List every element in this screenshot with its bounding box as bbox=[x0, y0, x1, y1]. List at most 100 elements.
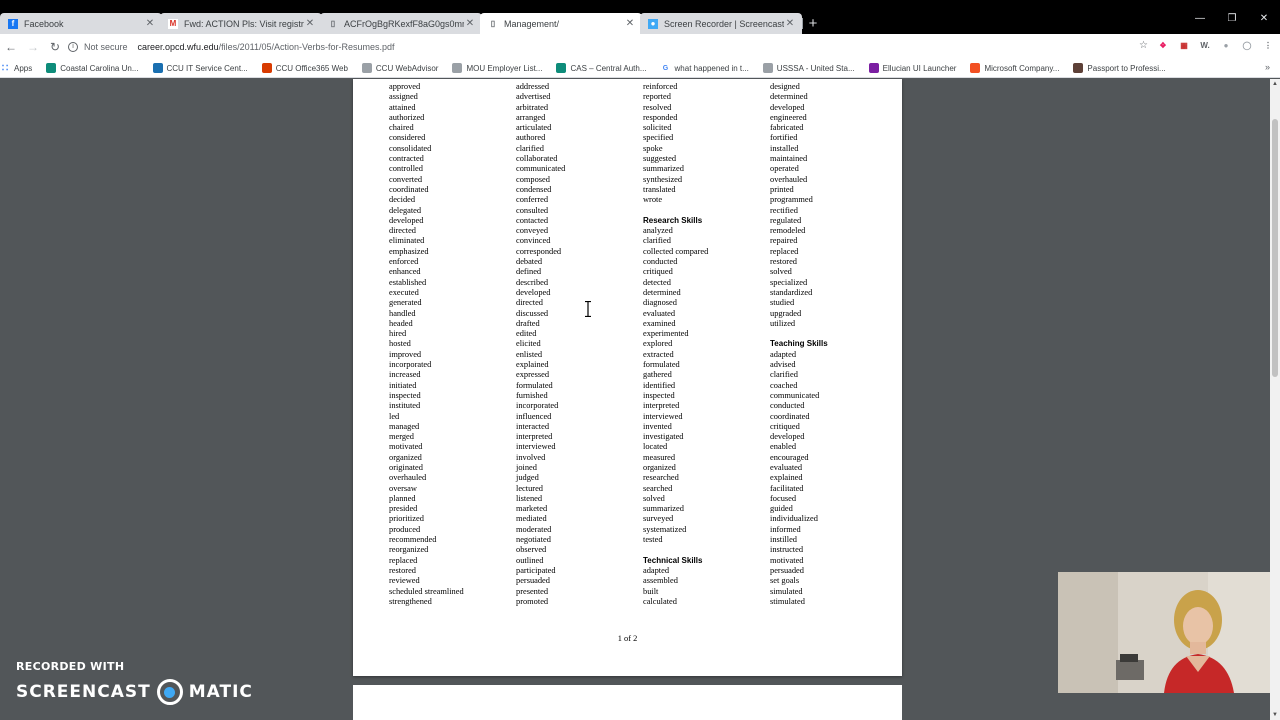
microsoft-icon bbox=[970, 63, 981, 73]
apps-icon: ∷ bbox=[1, 62, 9, 74]
action-verb: consolidated bbox=[389, 143, 432, 153]
action-verb: evaluated bbox=[770, 462, 803, 472]
bookmark-item[interactable]: CAS – Central Auth... bbox=[556, 63, 647, 73]
tab-4[interactable]: ▯ Management/ ✕ bbox=[480, 13, 642, 34]
minimize-icon[interactable]: — bbox=[1184, 13, 1216, 24]
action-verb: experimented bbox=[643, 329, 689, 339]
bookmark-item[interactable]: MOU Employer List... bbox=[452, 63, 542, 73]
action-verb: moderated bbox=[516, 524, 552, 534]
tab-5[interactable]: ● Screen Recorder | Screencast-O ✕ bbox=[640, 13, 803, 34]
action-verb: explored bbox=[643, 339, 673, 349]
action-verb: convinced bbox=[516, 236, 551, 246]
action-verb: individualized bbox=[770, 514, 818, 524]
bookmark-item[interactable]: Ellucian UI Launcher bbox=[868, 63, 957, 73]
action-verb: interviewed bbox=[516, 442, 556, 452]
technical-skills-heading: Technical Skills bbox=[643, 555, 703, 565]
pdf-extension-icon[interactable]: ▦ bbox=[1178, 39, 1190, 51]
action-verb: searched bbox=[643, 483, 673, 493]
action-verb: delegated bbox=[389, 205, 422, 215]
extension-icon[interactable]: ❖ bbox=[1157, 39, 1169, 51]
action-verb: examined bbox=[643, 318, 676, 328]
action-verb: systematized bbox=[643, 524, 687, 534]
page-icon bbox=[452, 63, 463, 73]
scroll-up-icon[interactable]: ▲ bbox=[1270, 81, 1280, 87]
close-tab-icon[interactable]: ✕ bbox=[624, 18, 636, 29]
menu-icon[interactable]: ⋮ bbox=[1262, 39, 1274, 51]
action-verb: utilized bbox=[770, 318, 796, 328]
new-tab-icon[interactable]: + bbox=[800, 13, 826, 34]
close-tab-icon[interactable]: ✕ bbox=[464, 18, 476, 29]
action-verb: fortified bbox=[770, 133, 798, 143]
action-verb: advertised bbox=[516, 92, 551, 102]
bookmark-item[interactable]: Passport to Professi... bbox=[1073, 63, 1166, 73]
scrollbar-thumb[interactable] bbox=[1272, 119, 1278, 377]
action-verb: replaced bbox=[770, 246, 799, 256]
bookmark-label: Ellucian UI Launcher bbox=[882, 63, 957, 73]
action-verb: specified bbox=[643, 133, 674, 143]
action-verb: invented bbox=[643, 421, 672, 431]
bookmark-item[interactable]: CCU WebAdvisor bbox=[361, 63, 438, 73]
bookmark-item[interactable]: Microsoft Company... bbox=[970, 63, 1059, 73]
window-controls: — ❐ ✕ bbox=[1184, 13, 1280, 24]
back-icon[interactable]: ← bbox=[0, 40, 22, 54]
close-tab-icon[interactable]: ✕ bbox=[304, 18, 316, 29]
tab-1[interactable]: f Facebook ✕ bbox=[0, 13, 163, 34]
action-verb: set goals bbox=[770, 576, 800, 586]
office-icon bbox=[261, 63, 272, 73]
bookmark-star-icon[interactable]: ☆ bbox=[1139, 40, 1148, 51]
action-verb: formulated bbox=[516, 380, 553, 390]
bookmark-item[interactable]: CCU IT Service Cent... bbox=[152, 63, 248, 73]
action-verb: addressed bbox=[516, 82, 550, 91]
tab-list: f Facebook ✕ M Fwd: ACTION Pls: Visit regist… bbox=[0, 13, 826, 34]
action-verb: conveyed bbox=[516, 226, 549, 236]
action-verb: presented bbox=[516, 586, 549, 596]
action-verb: investigated bbox=[643, 432, 684, 442]
url-text[interactable]: career.opcd.wfu.edu/files/2011/05/Action… bbox=[138, 42, 395, 52]
action-verb: reported bbox=[643, 92, 671, 102]
bookmark-item[interactable]: USSSA - United Sta... bbox=[762, 63, 855, 73]
action-verb: furnished bbox=[516, 390, 548, 400]
wordtune-icon[interactable]: W. bbox=[1199, 39, 1211, 51]
action-verb: led bbox=[389, 411, 400, 421]
extension-circle-icon[interactable]: ● bbox=[1220, 39, 1232, 51]
info-icon[interactable]: i bbox=[68, 41, 78, 52]
bookmark-item[interactable]: Gwhat happened in t... bbox=[661, 63, 749, 73]
maximize-icon[interactable]: ❐ bbox=[1216, 13, 1248, 24]
action-verb: discussed bbox=[516, 308, 549, 318]
action-verb: elicited bbox=[516, 339, 541, 349]
cas-icon bbox=[556, 63, 567, 73]
action-verb: interacted bbox=[516, 421, 550, 431]
bookmark-item[interactable]: CCU Office365 Web bbox=[261, 63, 348, 73]
scroll-down-icon[interactable]: ▼ bbox=[1270, 712, 1280, 718]
address-bar[interactable]: i Not secure career.opcd.wfu.edu/files/2… bbox=[60, 37, 1140, 56]
action-verb: oversaw bbox=[389, 483, 417, 493]
tab-2[interactable]: M Fwd: ACTION Pls: Visit registrati ✕ bbox=[160, 13, 323, 34]
browser-tab-strip: f Facebook ✕ M Fwd: ACTION Pls: Visit regist… bbox=[0, 0, 1280, 38]
tab-3[interactable]: ▯ ACFrOgBgRKexfF8aG0gs0mnzdR✕ bbox=[320, 13, 483, 34]
profile-icon[interactable]: ◯ bbox=[1241, 39, 1253, 51]
action-verb: inspected bbox=[389, 390, 421, 400]
close-tab-icon[interactable]: ✕ bbox=[784, 18, 796, 29]
recorded-with-label: RECORDED WITH bbox=[16, 660, 125, 673]
forward-icon[interactable]: → bbox=[22, 40, 44, 54]
tab-label: Facebook bbox=[24, 18, 64, 29]
scrollbar[interactable]: ▲ ▼ bbox=[1270, 79, 1280, 720]
action-verb: built bbox=[643, 586, 659, 596]
bookmarks-overflow-icon[interactable]: » bbox=[1265, 62, 1270, 72]
action-verb: persuaded bbox=[770, 565, 804, 575]
close-tab-icon[interactable]: ✕ bbox=[144, 18, 156, 29]
action-verb: explained bbox=[516, 360, 549, 370]
action-verb: organized bbox=[643, 462, 676, 472]
action-verb: calculated bbox=[643, 596, 677, 606]
bookmark-item[interactable]: ∷ Apps bbox=[0, 62, 32, 74]
action-verb: attained bbox=[389, 102, 416, 112]
action-verb: composed bbox=[516, 174, 550, 184]
close-window-icon[interactable]: ✕ bbox=[1248, 13, 1280, 24]
action-verb: marketed bbox=[516, 504, 548, 514]
bookmark-item[interactable]: Coastal Carolina Un... bbox=[46, 63, 139, 73]
screencast-logo: SCREENCAST MATIC bbox=[16, 679, 253, 705]
action-verb: coordinated bbox=[770, 411, 810, 421]
action-verb: studied bbox=[770, 298, 795, 308]
action-verb: encouraged bbox=[770, 452, 809, 462]
action-verb: planned bbox=[389, 493, 416, 503]
